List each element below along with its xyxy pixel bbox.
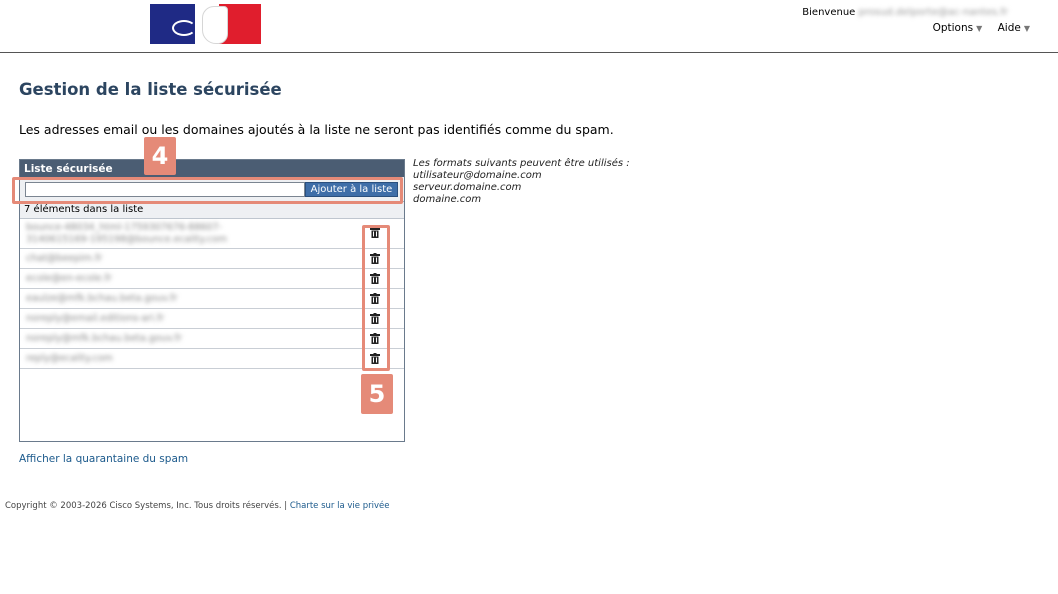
page-title: Gestion de la liste sécurisée xyxy=(19,80,282,99)
chevron-down-icon: ▼ xyxy=(976,24,983,33)
list-item: bounce-48034_html-1759307676-88607- 3140… xyxy=(20,219,404,249)
list-item: noreply@email.editions-ari.fr xyxy=(20,309,404,329)
top-bar: Bienvenue prosud.delporte@ac-nantes.fr O… xyxy=(0,0,1058,53)
top-menu: Options ▼ Aide ▼ xyxy=(921,22,1030,34)
welcome-text: Bienvenue prosud.delporte@ac-nantes.fr xyxy=(802,7,1008,18)
chevron-down-icon: ▼ xyxy=(1023,24,1030,33)
list-item-address: reply@ecality.com xyxy=(26,353,113,364)
list-item: noreply@mfk.bchau.beta.gouv.fr xyxy=(20,329,404,349)
safelist-header: Liste sécurisée xyxy=(20,160,404,177)
annotation-box-4 xyxy=(12,177,403,204)
address-line-2: 3140615169-195198@bounce.ecality.com xyxy=(26,234,228,245)
welcome-label: Bienvenue xyxy=(802,7,856,18)
list-item-address: eaulze@mfk.bchau.beta.gouv.fr xyxy=(26,293,178,304)
copyright-text: Copyright © 2003-2026 Cisco Systems, Inc… xyxy=(5,501,288,511)
list-item-address: ecole@en-ecole.fr xyxy=(26,273,112,284)
page-intro: Les adresses email ou les domaines ajout… xyxy=(19,122,614,137)
list-item-address: bounce-48034_html-1759307676-88607- 3140… xyxy=(26,222,227,246)
list-item: reply@ecality.com xyxy=(20,349,404,369)
format-example: domaine.com xyxy=(413,194,482,205)
user-email: prosud.delporte@ac-nantes.fr xyxy=(858,7,1009,18)
address-line-1: bounce-48034_html-1759307676-88607- xyxy=(26,222,222,233)
list-item: chat@beepim.fr xyxy=(20,249,404,269)
privacy-link[interactable]: Charte sur la vie privée xyxy=(290,501,390,511)
footer: Copyright © 2003-2026 Cisco Systems, Inc… xyxy=(5,501,389,511)
formats-help: Les formats suivants peuvent être utilis… xyxy=(413,158,630,206)
annotation-label-4: 4 xyxy=(144,137,176,175)
safelist-items: bounce-48034_html-1759307676-88607- 3140… xyxy=(20,219,404,369)
format-example: serveur.domaine.com xyxy=(413,182,522,193)
formats-heading: Les formats suivants peuvent être utilis… xyxy=(413,158,630,169)
options-label: Options xyxy=(932,22,974,34)
help-label: Aide xyxy=(997,22,1021,34)
options-menu[interactable]: Options ▼ xyxy=(933,22,983,34)
list-item-address: noreply@email.editions-ari.fr xyxy=(26,313,165,324)
list-item: eaulze@mfk.bchau.beta.gouv.fr xyxy=(20,289,404,309)
spam-quarantine-link[interactable]: Afficher la quarantaine du spam xyxy=(19,453,188,465)
annotation-box-5 xyxy=(362,225,390,371)
list-item: ecole@en-ecole.fr xyxy=(20,269,404,289)
list-item-address: chat@beepim.fr xyxy=(26,253,103,264)
republique-francaise-logo xyxy=(150,4,261,44)
item-count: 7 éléments dans la liste xyxy=(20,202,404,219)
list-item-address: noreply@mfk.bchau.beta.gouv.fr xyxy=(26,333,182,344)
annotation-label-5: 5 xyxy=(361,374,393,414)
format-example: utilisateur@domaine.com xyxy=(413,170,542,181)
help-menu[interactable]: Aide ▼ xyxy=(998,22,1030,34)
